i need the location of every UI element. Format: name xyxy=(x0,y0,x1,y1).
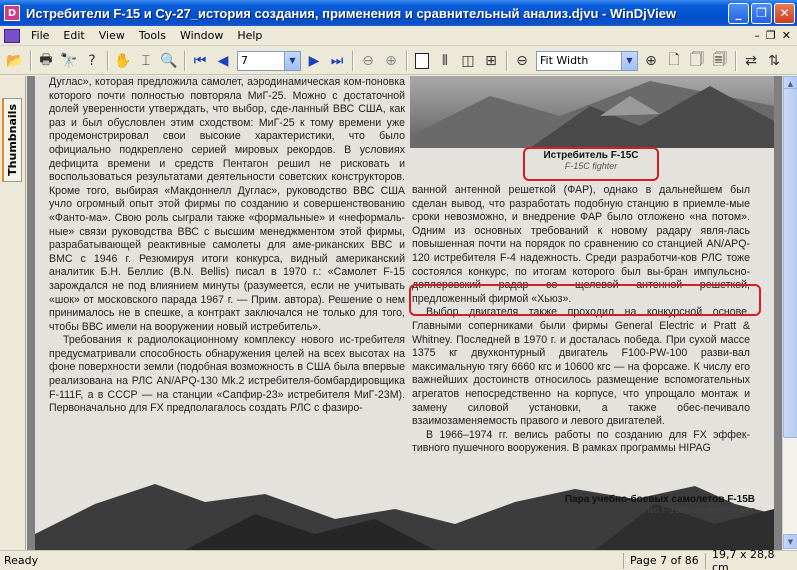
close-button[interactable]: ✕ xyxy=(774,2,795,24)
chevron-down-icon[interactable]: ▼ xyxy=(621,51,637,70)
window-title: Истребители F-15 и Су-27_история создани… xyxy=(26,5,677,21)
continuous-icon[interactable]: ⫴ xyxy=(434,50,456,72)
menu-file[interactable]: File xyxy=(24,27,56,44)
zoom-input[interactable] xyxy=(537,54,621,67)
toolbar-separator xyxy=(30,50,32,71)
doc-minimize-icon[interactable]: – xyxy=(754,29,760,42)
minimize-button[interactable]: _ xyxy=(728,2,749,24)
menu-view[interactable]: View xyxy=(92,27,132,44)
document-page[interactable]: Истребитель F-15C F-15C fighter Дуглас»,… xyxy=(35,76,774,550)
status-text: Ready xyxy=(4,554,39,567)
status-page-size: 19,7 x 28,8 cm xyxy=(705,548,797,570)
open-icon[interactable]: 📂 xyxy=(4,50,26,72)
page-icon[interactable]: 🗋 xyxy=(663,50,685,72)
chevron-down-icon[interactable]: ▼ xyxy=(284,51,300,70)
facing-pages-icon[interactable]: ◫ xyxy=(457,50,479,72)
continuous-facing-icon[interactable]: ⊞ xyxy=(480,50,502,72)
find-icon[interactable]: 🔭 xyxy=(58,50,80,72)
toolbar-separator xyxy=(735,50,737,71)
zoom-combo[interactable]: ▼ xyxy=(536,50,638,71)
caption-ru: Пара учебно-боевых самолетов F-15B xyxy=(564,494,755,505)
paragraph: В 1966–1974 гг. велись работы по создани… xyxy=(412,428,750,455)
highlight-box xyxy=(409,284,761,316)
first-page-icon[interactable]: ⏮ xyxy=(189,50,211,72)
scrollbar-thumb[interactable] xyxy=(783,88,797,438)
toolbar-separator xyxy=(506,50,508,71)
forward-icon[interactable]: ⊕ xyxy=(380,50,402,72)
toolbar-separator xyxy=(406,50,408,71)
status-bar: Ready Page 7 of 86 19,7 x 28,8 cm xyxy=(0,548,797,570)
photo-caption: Пара учебно-боевых самолетов F-15B Two F… xyxy=(535,494,755,515)
hand-tool-icon[interactable]: ✋ xyxy=(112,50,134,72)
doc-restore-icon[interactable]: ❐ xyxy=(766,29,776,42)
paragraph: Требования к радиолокационному комплексу… xyxy=(49,334,405,415)
page-width-icon[interactable]: 🗍 xyxy=(686,50,708,72)
text-column-left: Дуглас», которая предложила самолет, аэр… xyxy=(49,76,405,416)
maximize-button[interactable]: ❐ xyxy=(751,2,772,24)
page-number-combo[interactable]: ▼ xyxy=(237,50,301,71)
caption-en: Two F-15Bs combat trainers xyxy=(642,505,755,515)
paragraph: Выбор двигателя также проходил на конкур… xyxy=(412,306,750,428)
previous-page-icon[interactable]: ◀ xyxy=(212,50,234,72)
sidebar: Thumbnails xyxy=(0,76,26,550)
fit-page-icon[interactable]: 🗐 xyxy=(709,50,731,72)
zoom-out-icon[interactable]: ⊖ xyxy=(511,50,533,72)
toolbar: 📂 🖶 🔭 ? ✋ ⌶ 🔍 ⏮ ◀ ▼ ▶ ⏭ ⊖ ⊕ ⫴ ◫ ⊞ ⊖ ▼ ⊕ … xyxy=(0,47,797,75)
rotate-icon[interactable]: ⇄ xyxy=(740,50,762,72)
title-bar: D Истребители F-15 и Су-27_история созда… xyxy=(0,0,797,26)
djvu-icon: D xyxy=(4,5,20,21)
text-column-right: ванной антенной решеткой (ФАР), однако в… xyxy=(412,184,750,456)
menu-bar: File Edit View Tools Window Help – ❐ ✕ xyxy=(0,26,797,46)
document-viewport[interactable]: Истребитель F-15C F-15C fighter Дуглас»,… xyxy=(27,76,782,550)
last-page-icon[interactable]: ⏭ xyxy=(326,50,348,72)
help-icon[interactable]: ? xyxy=(81,50,103,72)
back-icon[interactable]: ⊖ xyxy=(357,50,379,72)
highlight-box xyxy=(523,147,659,181)
page-number-input[interactable] xyxy=(238,54,284,67)
zoom-in-icon[interactable]: ⊕ xyxy=(640,50,662,72)
next-page-icon[interactable]: ▶ xyxy=(303,50,325,72)
tab-thumbnails-label: Thumbnails xyxy=(6,104,19,176)
toolbar-separator xyxy=(107,50,109,71)
vertical-scrollbar[interactable]: ▲ ▼ xyxy=(782,76,797,550)
print-icon[interactable]: 🖶 xyxy=(35,50,57,72)
menu-edit[interactable]: Edit xyxy=(56,27,91,44)
select-tool-icon[interactable]: ⌶ xyxy=(135,50,157,72)
menu-help[interactable]: Help xyxy=(230,27,269,44)
doc-close-icon[interactable]: ✕ xyxy=(782,29,791,42)
tab-thumbnails[interactable]: Thumbnails xyxy=(2,98,22,182)
document-icon[interactable] xyxy=(4,28,20,43)
single-page-icon[interactable] xyxy=(411,50,433,72)
zoom-tool-icon[interactable]: 🔍 xyxy=(158,50,180,72)
status-page: Page 7 of 86 xyxy=(623,552,705,569)
fighter-photo xyxy=(410,76,774,148)
display-mode-icon[interactable]: ⇅ xyxy=(763,50,785,72)
toolbar-separator xyxy=(184,50,186,71)
menu-window[interactable]: Window xyxy=(173,27,230,44)
menu-tools[interactable]: Tools xyxy=(132,27,173,44)
paragraph: Дуглас», которая предложила самолет, аэр… xyxy=(49,76,405,333)
toolbar-separator xyxy=(352,50,354,71)
